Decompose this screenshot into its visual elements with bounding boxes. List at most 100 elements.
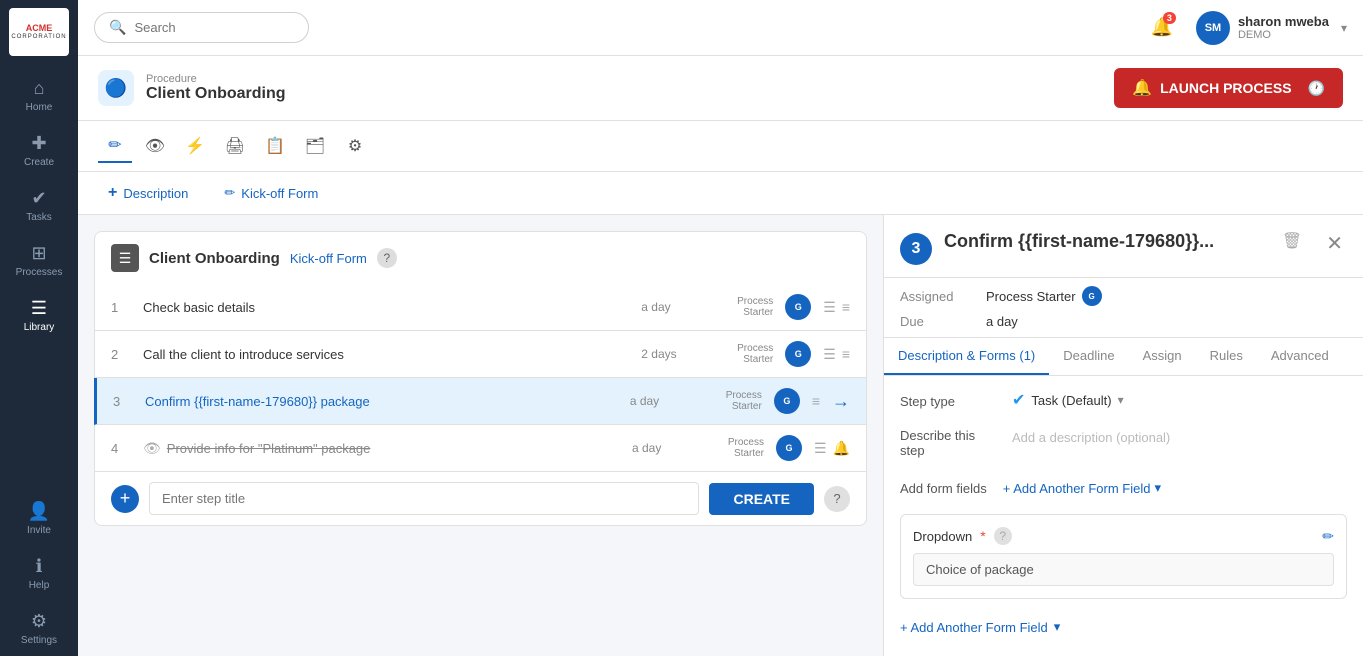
settings-icon: ⚙ <box>31 611 47 632</box>
sidebar-item-help[interactable]: ℹ Help <box>0 546 78 601</box>
toolbar-copy-icon[interactable]: 📋 <box>258 129 292 163</box>
steps-panel: ☰ Client Onboarding Kick-off Form ? 1 Ch… <box>78 215 883 656</box>
toolbar-folder-icon[interactable]: 🗂 <box>298 129 332 163</box>
sidebar-item-library[interactable]: ☰ Library <box>0 288 78 343</box>
add-form-field-button[interactable]: + Add Another Form Field ▾ <box>995 476 1169 500</box>
step-type-label: Step type <box>900 390 1000 409</box>
describe-placeholder[interactable]: Add a description (optional) <box>1012 424 1170 451</box>
tab-assign[interactable]: Assign <box>1129 338 1196 375</box>
add-step-row: + CREATE ? <box>94 472 867 526</box>
help-icon: ℹ <box>36 556 43 577</box>
tab-description-forms[interactable]: Description & Forms (1) <box>884 338 1049 375</box>
step-title: Confirm {{first-name-179680}} package <box>145 394 618 409</box>
step-type-text: Task (Default) <box>1031 393 1111 408</box>
rp-close-button[interactable]: ✕ <box>1322 231 1347 256</box>
sidebar-item-create[interactable]: ✚ Create <box>0 123 78 178</box>
sidebar-item-label-settings: Settings <box>21 635 57 646</box>
tab-advanced[interactable]: Advanced <box>1257 338 1343 375</box>
rp-tabs: Description & Forms (1) Deadline Assign … <box>884 338 1363 376</box>
step-icons: ☰ 🔔 <box>814 440 850 457</box>
step-arrow-icon: → <box>832 391 850 412</box>
create-button[interactable]: CREATE <box>709 483 814 515</box>
tab-rules[interactable]: Rules <box>1196 338 1257 375</box>
sidebar-item-invite[interactable]: 👤 Invite <box>0 491 78 546</box>
procedure-label: Procedure <box>146 73 286 85</box>
form-field-help-icon[interactable]: ? <box>994 527 1012 545</box>
avatar: G <box>776 435 802 461</box>
procedure-name: Client Onboarding <box>146 85 286 103</box>
description-btn-label: Description <box>123 186 188 201</box>
table-row[interactable]: 4 👁 Provide info for "Platinum" package … <box>94 425 867 472</box>
process-starter: ProcessStarter <box>694 437 764 459</box>
sidebar-item-home[interactable]: ⌂ Home <box>0 68 78 123</box>
user-area[interactable]: SM sharon mweba DEMO ▾ <box>1196 11 1347 45</box>
right-panel: 3 Confirm {{first-name-179680}}... 🗑 ✕ A… <box>883 215 1363 656</box>
kickoff-form-btn[interactable]: ✏ Kick-off Form <box>214 181 328 205</box>
search-input[interactable] <box>134 20 294 35</box>
step-icons: ≡ <box>812 393 820 409</box>
check-circle-icon: ✔ <box>1012 390 1025 410</box>
tab-toolbar: ✏ 👁 ⚡ 🖨 📋 🗂 ⚙ <box>78 121 1363 172</box>
invite-icon: 👤 <box>28 501 50 522</box>
step-number: 2 <box>111 347 131 362</box>
top-header: 🔍 🔔 3 SM sharon mweba DEMO ▾ <box>78 0 1363 56</box>
kickoff-badge[interactable]: Kick-off Form <box>290 251 367 266</box>
toolbar-bolt-icon[interactable]: ⚡ <box>178 129 212 163</box>
add-step-button[interactable]: + <box>111 485 139 513</box>
process-starter: ProcessStarter <box>703 343 773 365</box>
step-type-chevron-icon[interactable]: ▾ <box>1118 393 1124 407</box>
steps-header: ☰ Client Onboarding Kick-off Form ? <box>94 231 867 284</box>
bottom-add-form-field-button[interactable]: + Add Another Form Field ▾ <box>900 613 1347 641</box>
step-duration: a day <box>641 300 691 314</box>
library-icon: ☰ <box>31 298 47 319</box>
avatar: G <box>774 388 800 414</box>
ps-label: ProcessStarter <box>728 437 764 459</box>
table-row[interactable]: 3 Confirm {{first-name-179680}} package … <box>94 378 867 425</box>
help-circle-icon[interactable]: ? <box>377 248 397 268</box>
bottom-add-label: + Add Another Form Field <box>900 620 1048 635</box>
bell-step-icon: 🔔 <box>833 440 850 457</box>
description-btn[interactable]: + Description <box>98 180 198 206</box>
form-field-header: Dropdown * ? ✏ <box>913 527 1334 545</box>
sidebar-item-settings[interactable]: ⚙ Settings <box>0 601 78 656</box>
user-name: sharon mweba <box>1238 14 1329 29</box>
step-title: Check basic details <box>143 300 629 315</box>
sidebar-item-label-tasks: Tasks <box>26 212 52 223</box>
kickoff-btn-label: Kick-off Form <box>241 186 318 201</box>
ps-label: ProcessStarter <box>737 343 773 365</box>
assigned-label: Assigned <box>900 289 970 304</box>
step-number: 1 <box>111 300 131 315</box>
add-step-input[interactable] <box>149 482 699 515</box>
due-value: a day <box>986 314 1018 329</box>
add-form-field-btn-label: + Add Another Form Field <box>1003 481 1151 496</box>
toolbar-print-icon[interactable]: 🖨 <box>218 129 252 163</box>
launch-btn-label: LAUNCH PROCESS <box>1160 80 1291 96</box>
logo-text: ACME <box>11 24 66 34</box>
description-plus-icon: + <box>108 184 117 202</box>
kickoff-pencil-icon: ✏ <box>224 185 235 201</box>
step-type-value: ✔ Task (Default) ▾ <box>1012 390 1124 410</box>
due-label: Due <box>900 314 970 329</box>
launch-process-button[interactable]: 🔔 LAUNCH PROCESS 🕐 <box>1114 68 1343 108</box>
steps-header-icon: ☰ <box>111 244 139 272</box>
search-icon: 🔍 <box>109 19 126 36</box>
list-icon: ≡ <box>842 346 850 362</box>
form-field-type: Dropdown <box>913 529 972 544</box>
rp-meta: Assigned Process Starter G Due a day <box>884 278 1363 338</box>
notification-button[interactable]: 🔔 3 <box>1144 10 1180 46</box>
sidebar-item-tasks[interactable]: ✔ Tasks <box>0 178 78 233</box>
form-field-edit-icon[interactable]: ✏ <box>1322 528 1334 545</box>
rp-delete-button[interactable]: 🗑 <box>1282 231 1302 251</box>
due-row: Due a day <box>900 314 1347 329</box>
toolbar-settings-icon[interactable]: ⚙ <box>338 129 372 163</box>
table-row[interactable]: 2 Call the client to introduce services … <box>94 331 867 378</box>
sidebar-item-processes[interactable]: ⊞ Processes <box>0 233 78 288</box>
tab-deadline[interactable]: Deadline <box>1049 338 1128 375</box>
ps-label: ProcessStarter <box>726 390 762 412</box>
main-area: ☰ Client Onboarding Kick-off Form ? 1 Ch… <box>78 215 1363 656</box>
step-icons: ☰ ≡ <box>823 346 850 363</box>
toolbar-edit-icon[interactable]: ✏ <box>98 129 132 163</box>
toolbar-view-icon[interactable]: 👁 <box>138 129 172 163</box>
table-row[interactable]: 1 Check basic details a day ProcessStart… <box>94 284 867 331</box>
help-icon[interactable]: ? <box>824 486 850 512</box>
